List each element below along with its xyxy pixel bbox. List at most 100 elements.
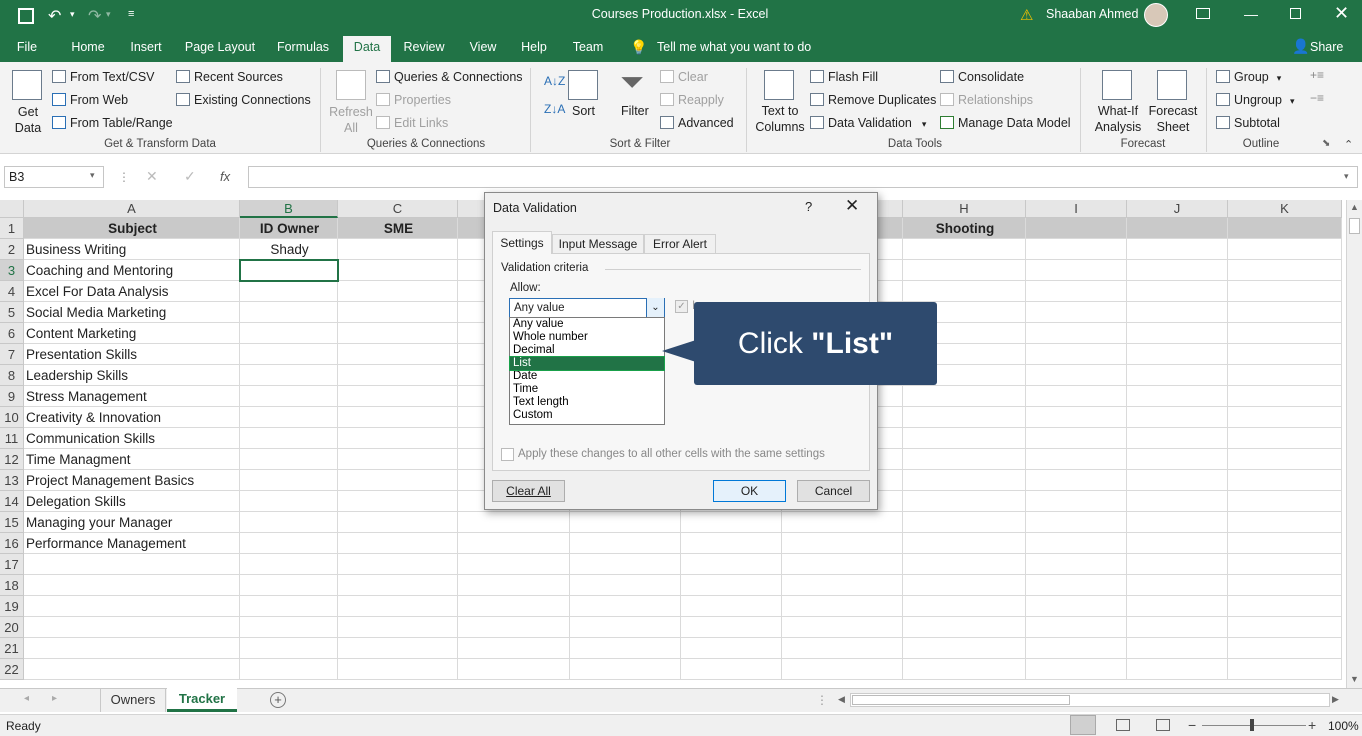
cell-k18[interactable] xyxy=(1228,575,1342,596)
insert-function-icon[interactable]: fx xyxy=(220,169,230,184)
cell-e17[interactable] xyxy=(570,554,681,575)
cell-h3[interactable] xyxy=(903,260,1026,281)
undo-icon[interactable]: ↶ xyxy=(48,6,61,26)
cell-f19[interactable] xyxy=(681,596,782,617)
cell-i15[interactable] xyxy=(1026,512,1127,533)
cell-k16[interactable] xyxy=(1228,533,1342,554)
cell-j8[interactable] xyxy=(1127,365,1228,386)
cell-j10[interactable] xyxy=(1127,407,1228,428)
zoom-slider-thumb[interactable] xyxy=(1250,719,1254,731)
sort-button[interactable]: Sort xyxy=(572,103,595,119)
cell-c2[interactable] xyxy=(338,239,458,260)
cell-a3[interactable]: Coaching and Mentoring xyxy=(24,260,240,281)
allow-option[interactable]: Text length xyxy=(510,396,664,409)
cell-b9[interactable] xyxy=(240,386,338,407)
cancel-button[interactable]: Cancel xyxy=(797,480,870,502)
tab-error-alert[interactable]: Error Alert xyxy=(644,234,716,254)
cell-h13[interactable] xyxy=(903,470,1026,491)
row-header[interactable]: 8 xyxy=(0,365,24,386)
scroll-down-icon[interactable]: ▼ xyxy=(1350,674,1359,684)
cell-g22[interactable] xyxy=(782,659,903,680)
row-header[interactable]: 18 xyxy=(0,575,24,596)
cell-b14[interactable] xyxy=(240,491,338,512)
cell-c12[interactable] xyxy=(338,449,458,470)
cell-k7[interactable] xyxy=(1228,344,1342,365)
cell-c8[interactable] xyxy=(338,365,458,386)
cell-j21[interactable] xyxy=(1127,638,1228,659)
ribbon-display-icon[interactable] xyxy=(1196,8,1210,19)
cell-f20[interactable] xyxy=(681,617,782,638)
what-if-button[interactable]: What-If Analysis xyxy=(1090,103,1146,135)
row-header[interactable]: 12 xyxy=(0,449,24,470)
relationships-button[interactable]: Relationships xyxy=(940,92,1033,108)
cell-a19[interactable] xyxy=(24,596,240,617)
tab-input-message[interactable]: Input Message xyxy=(552,234,644,254)
get-data-button[interactable]: Get Data xyxy=(8,104,48,136)
row-header[interactable]: 21 xyxy=(0,638,24,659)
queries-connections-button[interactable]: Queries & Connections xyxy=(376,69,523,85)
cell-i6[interactable] xyxy=(1026,323,1127,344)
cell-a8[interactable]: Leadership Skills xyxy=(24,365,240,386)
cell-e16[interactable] xyxy=(570,533,681,554)
cell-c1[interactable]: SME xyxy=(338,218,458,239)
consolidate-button[interactable]: Consolidate xyxy=(940,69,1024,85)
cell-d17[interactable] xyxy=(458,554,570,575)
cell-b18[interactable] xyxy=(240,575,338,596)
row-header[interactable]: 4 xyxy=(0,281,24,302)
cell-f18[interactable] xyxy=(681,575,782,596)
cell-a7[interactable]: Presentation Skills xyxy=(24,344,240,365)
cell-a17[interactable] xyxy=(24,554,240,575)
cell-a6[interactable]: Content Marketing xyxy=(24,323,240,344)
cell-c14[interactable] xyxy=(338,491,458,512)
cell-i4[interactable] xyxy=(1026,281,1127,302)
cell-a12[interactable]: Time Managment xyxy=(24,449,240,470)
cell-g20[interactable] xyxy=(782,617,903,638)
cell-b17[interactable] xyxy=(240,554,338,575)
cell-i22[interactable] xyxy=(1026,659,1127,680)
allow-option[interactable]: List xyxy=(509,356,665,371)
scroll-up-icon[interactable]: ▲ xyxy=(1350,202,1359,212)
tab-team[interactable]: Team xyxy=(566,36,610,62)
cell-e21[interactable] xyxy=(570,638,681,659)
sheet-tab-tracker[interactable]: Tracker xyxy=(167,688,237,712)
cell-i17[interactable] xyxy=(1026,554,1127,575)
flash-fill-button[interactable]: Flash Fill xyxy=(810,69,878,85)
text-to-columns-button[interactable]: Text to Columns xyxy=(754,103,806,135)
apply-all-checkbox[interactable] xyxy=(501,448,514,461)
cell-a15[interactable]: Managing your Manager xyxy=(24,512,240,533)
cell-e19[interactable] xyxy=(570,596,681,617)
cell-b22[interactable] xyxy=(240,659,338,680)
cell-j13[interactable] xyxy=(1127,470,1228,491)
from-text-csv-button[interactable]: From Text/CSV xyxy=(52,69,155,85)
cell-e20[interactable] xyxy=(570,617,681,638)
page-break-view-icon[interactable] xyxy=(1156,719,1170,731)
cell-j19[interactable] xyxy=(1127,596,1228,617)
row-header[interactable]: 11 xyxy=(0,428,24,449)
cell-f22[interactable] xyxy=(681,659,782,680)
cell-f15[interactable] xyxy=(681,512,782,533)
cell-i5[interactable] xyxy=(1026,302,1127,323)
chevron-down-icon[interactable]: ⌄ xyxy=(646,298,664,319)
dialog-launcher-icon[interactable]: ⬊ xyxy=(1322,138,1330,149)
get-data-icon[interactable] xyxy=(12,70,42,100)
cell-c16[interactable] xyxy=(338,533,458,554)
cell-h14[interactable] xyxy=(903,491,1026,512)
cell-e15[interactable] xyxy=(570,512,681,533)
page-layout-view-icon[interactable] xyxy=(1116,719,1130,731)
cell-a10[interactable]: Creativity & Innovation xyxy=(24,407,240,428)
cell-i21[interactable] xyxy=(1026,638,1127,659)
hide-detail-icon[interactable]: −≡ xyxy=(1310,91,1324,105)
cell-c18[interactable] xyxy=(338,575,458,596)
cell-i10[interactable] xyxy=(1026,407,1127,428)
cell-j9[interactable] xyxy=(1127,386,1228,407)
cell-i14[interactable] xyxy=(1026,491,1127,512)
cell-c11[interactable] xyxy=(338,428,458,449)
allow-option[interactable]: Any value xyxy=(510,318,664,331)
cell-j5[interactable] xyxy=(1127,302,1228,323)
cell-j7[interactable] xyxy=(1127,344,1228,365)
prev-sheet-icon[interactable]: ◂ xyxy=(24,693,29,704)
cell-i19[interactable] xyxy=(1026,596,1127,617)
cell-b6[interactable] xyxy=(240,323,338,344)
cell-a4[interactable]: Excel For Data Analysis xyxy=(24,281,240,302)
cell-a22[interactable] xyxy=(24,659,240,680)
